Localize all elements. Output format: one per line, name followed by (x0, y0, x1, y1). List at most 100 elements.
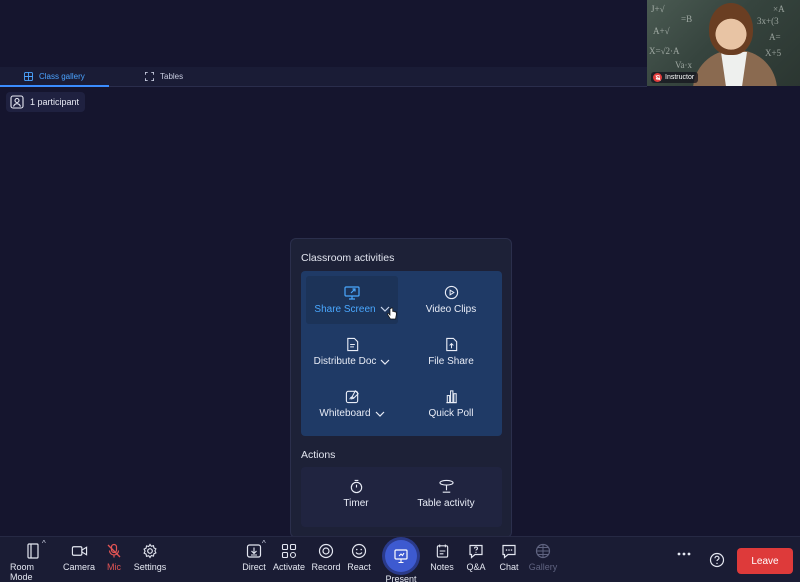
react-button[interactable]: React (346, 543, 372, 572)
timer-button[interactable]: Timer (311, 479, 401, 509)
participant-name-label: Instructor (651, 72, 699, 83)
participant-name: Instructor (665, 74, 695, 81)
help-button[interactable] (708, 552, 726, 568)
toolbar-label: Record (311, 562, 341, 572)
tab-label: Tables (160, 72, 184, 81)
board-formula: 3x+(3 (757, 16, 779, 26)
video-clips-button[interactable]: Video Clips (405, 276, 497, 324)
activities-title: Classroom activities (301, 252, 395, 264)
tab-class-gallery[interactable]: Class gallery (0, 67, 109, 87)
qa-button[interactable]: Q&A (464, 543, 488, 572)
notes-icon (435, 543, 450, 559)
activity-label: Whiteboard (319, 408, 371, 419)
file-share-button[interactable]: File Share (405, 328, 497, 376)
mic-muted-icon (106, 543, 122, 559)
tab-tables[interactable]: Tables (109, 67, 209, 86)
table-icon (438, 479, 455, 494)
toolbar-label: Room Mode (10, 562, 35, 582)
timer-icon (349, 479, 364, 494)
smiley-icon (351, 543, 367, 559)
activate-icon (281, 543, 297, 559)
toolbar-label: Present (385, 574, 417, 582)
instructor-video-tile[interactable]: J+√ A+√ X=√2·A ×A 3x+(3 A= X+5 =B Va·x I… (647, 0, 800, 86)
meeting-toolbar: Room Mode ^ Camera Mic Settings Direct ^… (0, 536, 800, 582)
actions-box: Timer Table activity (301, 467, 502, 527)
record-button[interactable]: Record (310, 543, 342, 572)
expand-icon (145, 72, 154, 81)
board-formula: =B (681, 14, 693, 24)
toolbar-label: Gallery (528, 562, 558, 572)
notes-button[interactable]: Notes (428, 543, 456, 572)
table-activity-button[interactable]: Table activity (401, 479, 491, 509)
board-formula: A= (769, 32, 781, 42)
user-icon (10, 95, 24, 109)
grid-icon (535, 543, 551, 559)
classroom-activities-panel: Classroom activities Share Screen Video … (290, 238, 512, 538)
board-formula: ×A (773, 4, 785, 14)
chat-button[interactable]: Chat (498, 543, 520, 572)
share-screen-icon (344, 285, 360, 300)
toolbar-label: Q&A (466, 562, 486, 572)
view-tabs: Class gallery Tables (0, 67, 647, 87)
room-mode-icon (26, 543, 40, 559)
activity-label: Share Screen (314, 303, 376, 315)
settings-button[interactable]: Settings (132, 543, 168, 572)
activities-grid: Share Screen Video Clips Distribute Doc … (301, 271, 502, 436)
bar-chart-icon (444, 389, 459, 404)
gallery-button[interactable]: Gallery (526, 543, 560, 572)
activity-label: Video Clips (425, 304, 477, 315)
activity-label: File Share (428, 356, 474, 367)
camera-button[interactable]: Camera (62, 543, 96, 572)
distribute-doc-button[interactable]: Distribute Doc (306, 328, 398, 376)
toolbar-label: Settings (133, 562, 167, 572)
toolbar-label: Direct (242, 562, 266, 572)
whiteboard-icon (345, 389, 360, 404)
room-mode-button[interactable]: Room Mode (10, 543, 56, 582)
toolbar-label: Mic (107, 562, 121, 572)
board-formula: Va·x (675, 60, 692, 70)
board-formula: J+√ (651, 4, 665, 14)
mic-button[interactable]: Mic (104, 543, 124, 572)
actions-title: Actions (301, 449, 336, 461)
toolbar-label: Camera (62, 562, 95, 572)
play-icon (444, 285, 459, 300)
whiteboard-button[interactable]: Whiteboard (306, 380, 398, 428)
question-bubble-icon (468, 543, 484, 559)
mic-off-icon (653, 73, 662, 82)
action-label: Table activity (417, 498, 475, 509)
quick-poll-button[interactable]: Quick Poll (405, 380, 497, 428)
activity-label: Distribute Doc (313, 356, 377, 367)
gear-icon (142, 543, 158, 559)
action-label: Timer (343, 498, 369, 509)
toolbar-label: React (347, 562, 371, 572)
board-formula: X=√2·A (649, 46, 680, 56)
file-share-icon (444, 337, 459, 352)
help-icon (709, 552, 725, 568)
activity-label: Quick Poll (428, 408, 474, 419)
participant-count-label: 1 participant (30, 97, 80, 107)
more-options-button[interactable] (676, 552, 692, 556)
chevron-down-icon[interactable] (375, 411, 385, 417)
leave-button[interactable]: Leave (737, 548, 793, 574)
board-formula: A+√ (653, 26, 670, 36)
direct-icon (246, 543, 262, 559)
tab-label: Class gallery (39, 72, 85, 81)
present-icon (385, 540, 417, 572)
document-icon (345, 337, 360, 352)
present-button[interactable]: Present (382, 540, 420, 582)
toolbar-label: Notes (430, 562, 454, 572)
grid-icon (24, 72, 33, 81)
board-formula: X+5 (765, 48, 782, 58)
record-icon (318, 543, 334, 559)
more-dots-icon (677, 552, 691, 556)
chevron-up-icon[interactable]: ^ (42, 539, 46, 548)
toolbar-label: Chat (499, 562, 519, 572)
camera-icon (71, 543, 88, 559)
participant-count[interactable]: 1 participant (6, 92, 86, 112)
share-screen-button[interactable]: Share Screen (306, 276, 398, 324)
chevron-down-icon[interactable] (380, 359, 390, 365)
instructor-head (709, 3, 753, 55)
chevron-up-icon[interactable]: ^ (262, 539, 266, 548)
activate-button[interactable]: Activate (272, 543, 306, 572)
hand-cursor-icon (387, 307, 397, 320)
